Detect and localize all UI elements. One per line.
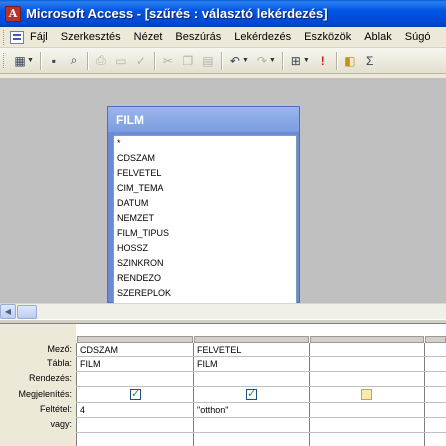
- redo-dropdown-icon[interactable]: ▼: [269, 57, 276, 64]
- table-cell-2[interactable]: FILM: [197, 359, 218, 369]
- menu-edit[interactable]: Szerkesztés: [61, 31, 121, 43]
- menu-window[interactable]: Ablak: [364, 31, 392, 43]
- field-list-item[interactable]: NEMZET: [114, 211, 296, 226]
- column-selector-4[interactable]: [425, 336, 446, 343]
- toolbar-separator: [281, 51, 283, 70]
- view-dropdown-icon[interactable]: ▼: [27, 57, 34, 64]
- scrollbar-thumb[interactable]: [17, 304, 37, 319]
- field-list-item[interactable]: CIM_TEMA: [114, 181, 296, 196]
- field-cell-2[interactable]: FELVETEL: [197, 345, 241, 355]
- spelling-icon[interactable]: ✓: [131, 51, 151, 71]
- copy-icon[interactable]: ❐: [178, 51, 198, 71]
- toolbar-separator: [153, 51, 155, 70]
- field-list-item[interactable]: *: [114, 136, 296, 151]
- row-label-sort: Rendezés:: [28, 373, 72, 383]
- column-selector-2[interactable]: [194, 336, 309, 343]
- menu-help[interactable]: Súgó: [405, 31, 431, 43]
- column-selector-3[interactable]: [310, 336, 424, 343]
- row-label-field: Mező:: [47, 344, 72, 354]
- field-list-item[interactable]: DATUM: [114, 196, 296, 211]
- show-checkbox-1[interactable]: [130, 387, 141, 400]
- row-label-show: Megjelenítés:: [18, 389, 72, 399]
- show-checkbox-3[interactable]: [361, 389, 372, 400]
- field-list-title[interactable]: FILM: [108, 107, 299, 132]
- grid-line: [76, 417, 446, 418]
- grid-line: [76, 402, 446, 403]
- qbe-row-labels: Mező: Tábla: Rendezés: Megjelenítés: Fel…: [0, 324, 76, 446]
- print-icon[interactable]: ⎙: [91, 51, 111, 71]
- run-icon[interactable]: !: [313, 51, 333, 71]
- criteria-cell-2[interactable]: "otthon": [197, 405, 228, 415]
- field-list-item[interactable]: SZINKRON: [114, 256, 296, 271]
- field-cell-1[interactable]: CDSZAM: [80, 345, 118, 355]
- field-list-item[interactable]: FILM_TIPUS: [114, 226, 296, 241]
- toolbar-separator: [86, 51, 88, 70]
- table-cell-1[interactable]: FILM: [80, 359, 101, 369]
- menu-view[interactable]: Nézet: [134, 31, 163, 43]
- toolbar-grip[interactable]: [3, 53, 6, 68]
- menu-bar: Fájl Szerkesztés Nézet Beszúrás Lekérdez…: [0, 27, 446, 48]
- menu-query[interactable]: Lekérdezés: [234, 31, 291, 43]
- paste-icon[interactable]: ▤: [198, 51, 218, 71]
- search-db-icon[interactable]: ⌕: [64, 51, 84, 71]
- cut-icon[interactable]: ✂: [158, 51, 178, 71]
- mdi-border: [0, 75, 446, 78]
- show-checkbox-2[interactable]: [246, 387, 257, 400]
- document-window-icon[interactable]: [10, 30, 24, 44]
- menu-tools[interactable]: Eszközök: [304, 31, 351, 43]
- window-title: Microsoft Access - [szűrés : választó le…: [26, 6, 328, 21]
- field-list-item[interactable]: SZEREPLOK: [114, 286, 296, 301]
- grid-line: [76, 356, 446, 357]
- row-label-or: vagy:: [50, 419, 72, 429]
- toolbar-separator: [39, 51, 41, 70]
- grid-line: [424, 343, 425, 446]
- query-type-dropdown-icon[interactable]: ▼: [303, 57, 310, 64]
- access-app-icon[interactable]: A: [5, 5, 21, 22]
- field-list-item[interactable]: CDSZAM: [114, 151, 296, 166]
- qbe-grid: Mező: Tábla: Rendezés: Megjelenítés: Fel…: [0, 324, 446, 446]
- field-list-window[interactable]: FILM * CDSZAM FELVETEL CIM_TEMA DATUM NE…: [107, 106, 300, 304]
- print-preview-icon[interactable]: ▭: [111, 51, 131, 71]
- toolbar: ▦ ▼ ▪ ⌕ ⎙ ▭ ✓ ✂ ❐ ▤ ↶ ▼ ↷ ▼ ⊞ ▼ ! ◧ Σ: [0, 48, 446, 74]
- design-horizontal-scrollbar[interactable]: ◀: [0, 303, 446, 319]
- grid-line: [76, 371, 446, 372]
- toolbar-separator: [220, 51, 222, 70]
- save-icon[interactable]: ▪: [44, 51, 64, 71]
- totals-icon[interactable]: Σ: [360, 51, 380, 71]
- grid-line: [76, 343, 77, 446]
- row-label-criteria: Feltétel:: [39, 404, 72, 414]
- undo-dropdown-icon[interactable]: ▼: [242, 57, 249, 64]
- row-label-table: Tábla:: [46, 358, 72, 368]
- field-list-item[interactable]: RENDEZO: [114, 271, 296, 286]
- grid-line: [193, 343, 194, 446]
- menu-grip[interactable]: [3, 29, 6, 45]
- title-bar[interactable]: A Microsoft Access - [szűrés : választó …: [0, 0, 446, 27]
- field-list-body[interactable]: * CDSZAM FELVETEL CIM_TEMA DATUM NEMZET …: [113, 135, 297, 304]
- show-table-icon[interactable]: ◧: [340, 51, 360, 71]
- field-list-item[interactable]: FELVETEL: [114, 166, 296, 181]
- menu-file[interactable]: Fájl: [30, 31, 48, 43]
- menu-insert[interactable]: Beszúrás: [175, 31, 221, 43]
- column-selector-1[interactable]: [77, 336, 193, 343]
- scroll-left-arrow-icon[interactable]: ◀: [0, 304, 16, 319]
- grid-line: [76, 432, 446, 433]
- toolbar-separator: [335, 51, 337, 70]
- criteria-cell-1[interactable]: 4: [80, 405, 85, 415]
- field-list-item[interactable]: HOSSZ: [114, 241, 296, 256]
- grid-line: [309, 343, 310, 446]
